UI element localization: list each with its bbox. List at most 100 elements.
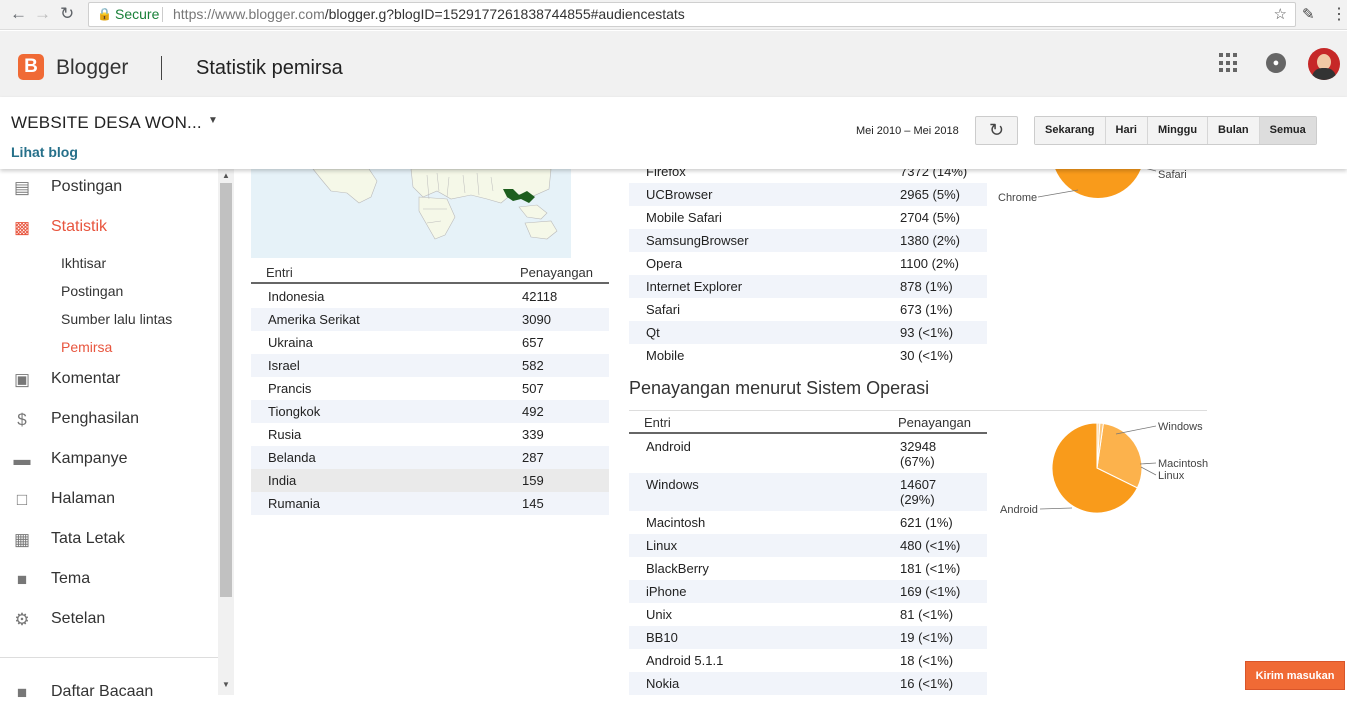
country-views: 159: [505, 469, 609, 492]
os-name: Unix: [646, 607, 673, 622]
section-divider: [629, 410, 1207, 411]
os-col-entry[interactable]: Entri: [644, 415, 671, 430]
scroll-up-icon[interactable]: ▲: [222, 171, 230, 180]
os-views-value: 14607: [900, 477, 937, 492]
table-row[interactable]: Internet Explorer 878 (1%): [629, 275, 987, 298]
table-row[interactable]: Ukraina 657: [251, 331, 609, 354]
os-name: Linux: [629, 534, 883, 557]
browser-views: 1380 (2%): [883, 229, 987, 252]
blogger-logo-icon[interactable]: B: [18, 54, 44, 80]
avatar[interactable]: [1308, 48, 1340, 80]
os-col-views[interactable]: Penayangan: [898, 415, 971, 430]
browser-views: 1100 (2%): [900, 256, 960, 271]
table-row[interactable]: Safari 673 (1%): [629, 298, 987, 321]
table-row[interactable]: Prancis 507: [251, 377, 609, 400]
browser-views: 878 (1%): [883, 275, 987, 298]
countries-col-entry[interactable]: Entri: [266, 265, 293, 280]
country-views: 3090: [505, 308, 609, 331]
sidebar-item-daftar-bacaan[interactable]: ■ Daftar Bacaan: [0, 681, 218, 705]
sidebar-subitem-pemirsa[interactable]: Pemirsa: [61, 339, 112, 355]
browser-toolbar: ← → ↻ 🔒 Secure https://www.blogger.com/b…: [0, 0, 1347, 30]
table-row[interactable]: Belanda 287: [251, 446, 609, 469]
url-host: https://www.blogger.com: [173, 6, 325, 22]
table-row[interactable]: Android 5.1.1 18 (<1%): [629, 649, 987, 672]
world-map[interactable]: [251, 169, 571, 258]
sidebar-subitem-postingan[interactable]: Postingan: [61, 283, 123, 299]
scroll-down-icon[interactable]: ▼: [222, 680, 230, 689]
caret-down-icon[interactable]: ▼: [208, 115, 218, 126]
sidebar-item-postingan[interactable]: ▤ Postingan: [0, 176, 218, 200]
view-blog-link[interactable]: Lihat blog: [11, 144, 78, 160]
sidebar-item-tata-letak[interactable]: ▦ Tata Letak: [0, 528, 218, 552]
address-bar[interactable]: 🔒 Secure https://www.blogger.com/blogger…: [88, 2, 1296, 27]
brand-name[interactable]: Blogger: [56, 56, 128, 80]
range-button-bulan[interactable]: Bulan: [1208, 117, 1260, 144]
blog-selector[interactable]: WEBSITE DESA WON...: [11, 113, 202, 133]
os-name: Android 5.1.1: [646, 653, 724, 668]
forward-icon[interactable]: →: [34, 4, 51, 24]
sidebar-scrollbar[interactable]: ▲ ▼: [218, 169, 234, 695]
os-views: 19 (<1%): [883, 626, 987, 649]
table-row[interactable]: SamsungBrowser 1380 (2%): [629, 229, 987, 252]
table-row[interactable]: Linux 480 (<1%): [629, 534, 987, 557]
range-button-hari[interactable]: Hari: [1105, 117, 1148, 144]
browsers-table: Firefox 7372 (14%) UCBrowser 2965 (5%) Mob…: [629, 160, 987, 367]
table-row[interactable]: Unix 81 (<1%): [629, 603, 987, 626]
notification-bell-icon[interactable]: ●: [1266, 53, 1286, 73]
table-row[interactable]: Rusia 339: [251, 423, 609, 446]
table-row[interactable]: Android 32948 (67%): [629, 435, 987, 473]
table-row[interactable]: Macintosh 621 (1%): [629, 511, 987, 534]
sidebar-subitem-ikhtisar[interactable]: Ikhtisar: [61, 255, 106, 271]
table-row[interactable]: BlackBerry 181 (<1%): [629, 557, 987, 580]
os-pie-chart: Android Windows MacintoshLinux: [1000, 421, 1208, 516]
browser-name: Opera: [646, 256, 683, 271]
bookmark-star-icon[interactable]: ☆: [1274, 3, 1287, 26]
table-row[interactable]: BB10 19 (<1%): [629, 626, 987, 649]
eraser-extension-icon[interactable]: ✎: [1302, 5, 1315, 23]
table-row[interactable]: Amerika Serikat 3090: [251, 308, 609, 331]
pie-leader-line: [1039, 507, 1073, 510]
countries-table: Indonesia 42118 Amerika Serikat 3090 Ukrai…: [251, 285, 609, 515]
table-row[interactable]: Indonesia 42118: [251, 285, 609, 308]
header-divider: [161, 56, 162, 80]
table-row[interactable]: Opera 1100 (2%): [629, 252, 987, 275]
country-name: Rusia: [268, 427, 302, 442]
os-views: 32948 (67%): [883, 435, 987, 473]
os-name: Android: [646, 439, 691, 454]
sidebar-item-kampanye[interactable]: ▬ Kampanye: [0, 448, 218, 472]
stats-icon: ▩: [13, 218, 31, 237]
browser-name: Mobile: [646, 348, 685, 363]
table-row[interactable]: Tiongkok 492: [251, 400, 609, 423]
table-row[interactable]: Israel 582: [251, 354, 609, 377]
os-table-header: Entri Penayangan: [629, 413, 987, 434]
sidebar-item-setelan[interactable]: ⚙ Setelan: [0, 608, 218, 632]
os-views: 81 (<1%): [900, 607, 954, 622]
sidebar-item-penghasilan[interactable]: $ Penghasilan: [0, 408, 218, 432]
table-row[interactable]: Qt 93 (<1%): [629, 321, 987, 344]
sidebar-item-tema[interactable]: ■ Tema: [0, 568, 218, 592]
url-text[interactable]: https://www.blogger.com/blogger.g?blogID…: [173, 3, 685, 26]
table-row[interactable]: Mobile 30 (<1%): [629, 344, 987, 367]
range-button-minggu[interactable]: Minggu: [1147, 117, 1209, 144]
table-row[interactable]: India 159: [251, 469, 609, 492]
sidebar-item-halaman[interactable]: □ Halaman: [0, 488, 218, 512]
table-row[interactable]: Rumania 145: [251, 492, 609, 515]
browser-menu-icon[interactable]: ⋮: [1331, 4, 1347, 24]
table-row[interactable]: Mobile Safari 2704 (5%): [629, 206, 987, 229]
table-row[interactable]: UCBrowser 2965 (5%): [629, 183, 987, 206]
countries-col-views[interactable]: Penayangan: [520, 265, 593, 280]
sidebar-item-statistik[interactable]: ▩ Statistik: [0, 216, 218, 240]
table-row[interactable]: Nokia 16 (<1%): [629, 672, 987, 695]
table-row[interactable]: Windows 14607 (29%): [629, 473, 987, 511]
feedback-button[interactable]: Kirim masukan: [1245, 661, 1345, 690]
back-icon[interactable]: ←: [10, 4, 27, 24]
scrollbar-thumb[interactable]: [220, 183, 232, 597]
sidebar-item-komentar[interactable]: ▣ Komentar: [0, 368, 218, 392]
table-row[interactable]: iPhone 169 (<1%): [629, 580, 987, 603]
reload-icon[interactable]: ↻: [60, 4, 74, 24]
sidebar-subitem-sumber[interactable]: Sumber lalu lintas: [61, 311, 172, 327]
range-button-sekarang[interactable]: Sekarang: [1035, 117, 1106, 144]
refresh-button[interactable]: ↻: [975, 116, 1018, 145]
range-button-semua[interactable]: Semua: [1259, 117, 1316, 144]
apps-grid-icon[interactable]: [1219, 53, 1239, 73]
